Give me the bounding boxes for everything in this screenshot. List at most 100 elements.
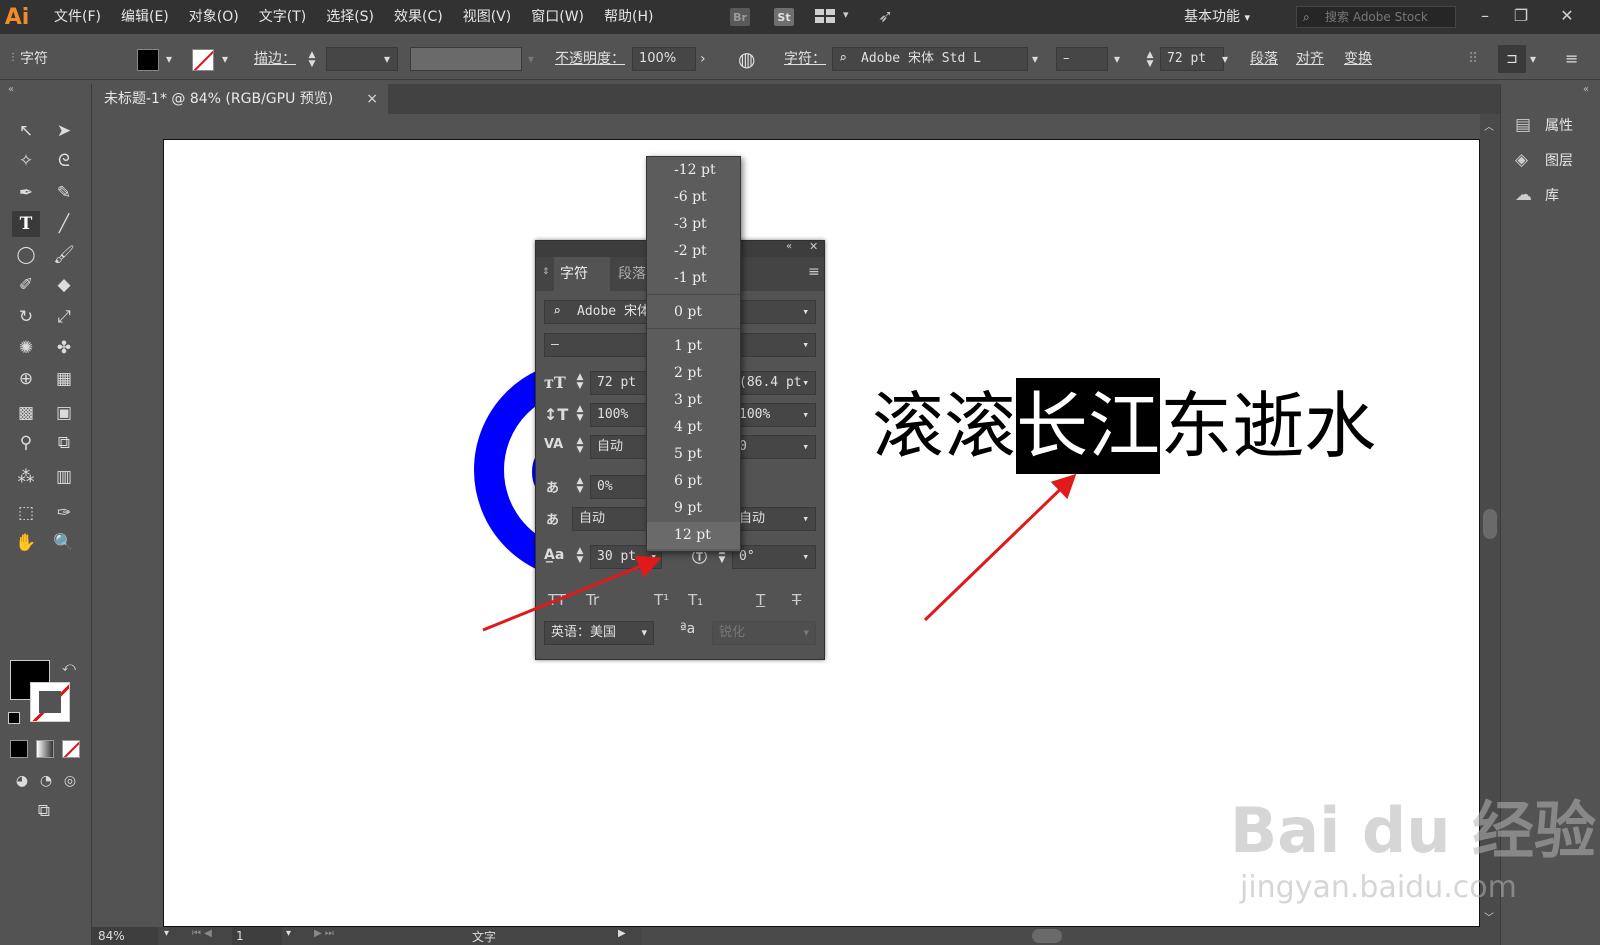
gradient-tool-icon[interactable]: ▣ xyxy=(50,400,78,426)
chevron-down-icon[interactable]: ▾ xyxy=(1530,52,1536,66)
all-caps-icon[interactable]: TT xyxy=(548,591,566,609)
opacity-field[interactable]: 100% xyxy=(632,47,696,71)
tsume-stepper[interactable]: ▲ ▼ xyxy=(574,477,586,495)
dropdown-option[interactable]: -2 pt xyxy=(647,238,740,265)
symbol-sprayer-tool-icon[interactable]: ⁂ xyxy=(12,464,40,490)
slice-tool-icon[interactable]: ✑ xyxy=(50,500,78,526)
status-menu-icon[interactable]: ▶ xyxy=(618,928,626,939)
transform-link[interactable]: 变换 xyxy=(1344,38,1372,80)
perspective-grid-tool-icon[interactable]: ▦ xyxy=(50,366,78,392)
arrange-documents-icon[interactable] xyxy=(815,9,835,23)
curvature-tool-icon[interactable]: ✎ xyxy=(50,180,78,206)
fill-swatch[interactable] xyxy=(137,49,159,71)
poem-text-frame[interactable]: 滚 滚 长江 东 逝 水 xyxy=(872,378,1376,474)
language-dropdown[interactable]: 英语：美国 ▾ xyxy=(544,621,654,645)
scale-tool-icon[interactable]: ⤢ xyxy=(50,304,78,330)
tab-paragraph[interactable]: 段落 xyxy=(618,257,646,291)
dropdown-option[interactable]: 5 pt xyxy=(647,441,740,468)
close-panel-icon[interactable]: ✕ xyxy=(809,240,818,253)
chevron-down-icon[interactable]: ▾ xyxy=(286,928,291,939)
strikethrough-icon[interactable]: T xyxy=(792,591,801,609)
mesh-tool-icon[interactable]: ▩ xyxy=(12,400,40,426)
first-artboard-icon[interactable]: ⏮ ◀ xyxy=(192,928,212,939)
restore-icon[interactable]: ❐ xyxy=(1506,2,1536,30)
chevron-down-icon[interactable]: ▾ xyxy=(222,52,228,66)
leading-field[interactable]: (86.4 pt) ▾ xyxy=(732,371,816,395)
dropdown-option[interactable]: 3 pt xyxy=(647,387,740,414)
chevron-down-icon[interactable]: ▾ xyxy=(528,52,534,66)
menu-type[interactable]: 文字(T) xyxy=(249,0,316,34)
chevron-down-icon[interactable]: ▾ xyxy=(164,928,169,939)
eyedropper-tool-icon[interactable]: ⚲ xyxy=(12,430,40,456)
dropdown-option[interactable]: -1 pt xyxy=(647,265,740,292)
puppet-warp-tool-icon[interactable]: ✤ xyxy=(50,335,78,361)
lasso-tool-icon[interactable]: ᘓ xyxy=(50,148,78,174)
font-style-field[interactable]: – xyxy=(1056,47,1108,71)
paintbrush-tool-icon[interactable]: 🖌 xyxy=(50,242,78,268)
zoom-field[interactable]: 84% xyxy=(92,927,158,945)
default-colors-icon[interactable] xyxy=(8,712,20,724)
menu-effect[interactable]: 效果(C) xyxy=(384,0,453,34)
stroke-label[interactable]: 描边： xyxy=(254,38,296,80)
scroll-thumb[interactable] xyxy=(1032,929,1062,943)
font-size-field[interactable]: 72 pt xyxy=(590,371,652,395)
brush-definition-dropdown[interactable] xyxy=(410,47,522,71)
rotate-tool-icon[interactable]: ↻ xyxy=(12,304,40,330)
menu-edit[interactable]: 编辑(E) xyxy=(111,0,179,34)
font-size-field[interactable]: 72 pt xyxy=(1160,47,1224,71)
line-tool-icon[interactable]: ╱ xyxy=(50,211,78,237)
menu-icon[interactable]: ≡ xyxy=(1565,38,1578,80)
menu-select[interactable]: 选择(S) xyxy=(316,0,384,34)
small-caps-icon[interactable]: Tr xyxy=(586,591,599,609)
color-mode-icon[interactable] xyxy=(10,740,28,758)
paragraph-link[interactable]: 段落 xyxy=(1250,38,1278,80)
eraser-tool-icon[interactable]: ◆ xyxy=(50,272,78,298)
close-tab-icon[interactable]: × xyxy=(366,84,378,114)
opacity-label[interactable]: 不透明度： xyxy=(555,38,625,80)
superscript-icon[interactable]: T¹ xyxy=(654,591,669,609)
warp-tool-icon[interactable]: ✺ xyxy=(12,335,40,361)
none-mode-icon[interactable] xyxy=(62,740,80,758)
bridge-button[interactable]: Br xyxy=(730,8,750,26)
antialias-dropdown[interactable]: 锐化 ▾ xyxy=(712,621,816,645)
stock-search-input[interactable]: ⌕ 搜索 Adobe Stock xyxy=(1296,6,1456,28)
scroll-thumb[interactable] xyxy=(1483,509,1497,539)
dropdown-option[interactable]: 1 pt xyxy=(647,333,740,360)
collapse-dock-icon[interactable]: « xyxy=(1583,84,1589,95)
libraries-panel-button[interactable]: ☁ 库 xyxy=(1515,181,1595,209)
vscale-stepper[interactable]: ▲ ▼ xyxy=(574,405,586,423)
char-rotation-field[interactable]: 0° ▾ xyxy=(732,545,816,569)
aki-left-field[interactable]: 自动 xyxy=(572,507,652,531)
tab-character[interactable]: 字符 xyxy=(554,257,610,291)
pen-tool-icon[interactable]: ✒ xyxy=(12,180,40,206)
menu-window[interactable]: 窗口(W) xyxy=(521,0,594,34)
shaper-tool-icon[interactable]: ✐ xyxy=(12,272,40,298)
baseline-stepper[interactable]: ▲ ▼ xyxy=(574,547,586,565)
stock-button[interactable]: St xyxy=(774,8,794,26)
dropdown-option[interactable]: -12 pt xyxy=(647,157,740,184)
font-size-stepper[interactable]: ▲ ▼ xyxy=(1144,51,1156,69)
font-family-field[interactable]: ⌕ Adobe 宋体 Std L xyxy=(832,47,1028,71)
menu-object[interactable]: 对象(O) xyxy=(179,0,249,34)
layers-panel-button[interactable]: ◈ 图层 xyxy=(1515,146,1595,174)
close-icon[interactable]: ✕ xyxy=(1552,2,1582,30)
dropdown-option[interactable]: 4 pt xyxy=(647,414,740,441)
scroll-down-icon[interactable]: ﹀ xyxy=(1484,909,1494,924)
dropdown-option[interactable]: -6 pt xyxy=(647,184,740,211)
swap-fill-stroke-icon[interactable]: ⤺ xyxy=(62,660,76,675)
dropdown-option[interactable]: 6 pt xyxy=(647,468,740,495)
direct-selection-tool-icon[interactable]: ➤ xyxy=(50,118,78,144)
collapse-icon[interactable]: « xyxy=(8,84,14,95)
ellipse-tool-icon[interactable]: ◯ xyxy=(12,242,40,268)
artboard-tool-icon[interactable]: ⬚ xyxy=(12,500,40,526)
dropdown-option[interactable]: 0 pt xyxy=(647,299,740,326)
gpu-performance-icon[interactable]: ➶ xyxy=(878,6,893,27)
font-size-stepper[interactable]: ▲ ▼ xyxy=(574,373,586,391)
menu-file[interactable]: 文件(F) xyxy=(44,0,111,34)
vertical-scrollbar[interactable]: ︿ ﹀ xyxy=(1480,114,1500,927)
zoom-tool-icon[interactable]: 🔍 xyxy=(50,530,78,556)
dropdown-option[interactable]: -3 pt xyxy=(647,211,740,238)
type-tool-icon[interactable]: T xyxy=(12,211,40,237)
dropdown-option[interactable]: 9 pt xyxy=(647,495,740,522)
dropdown-option[interactable]: 2 pt xyxy=(647,360,740,387)
